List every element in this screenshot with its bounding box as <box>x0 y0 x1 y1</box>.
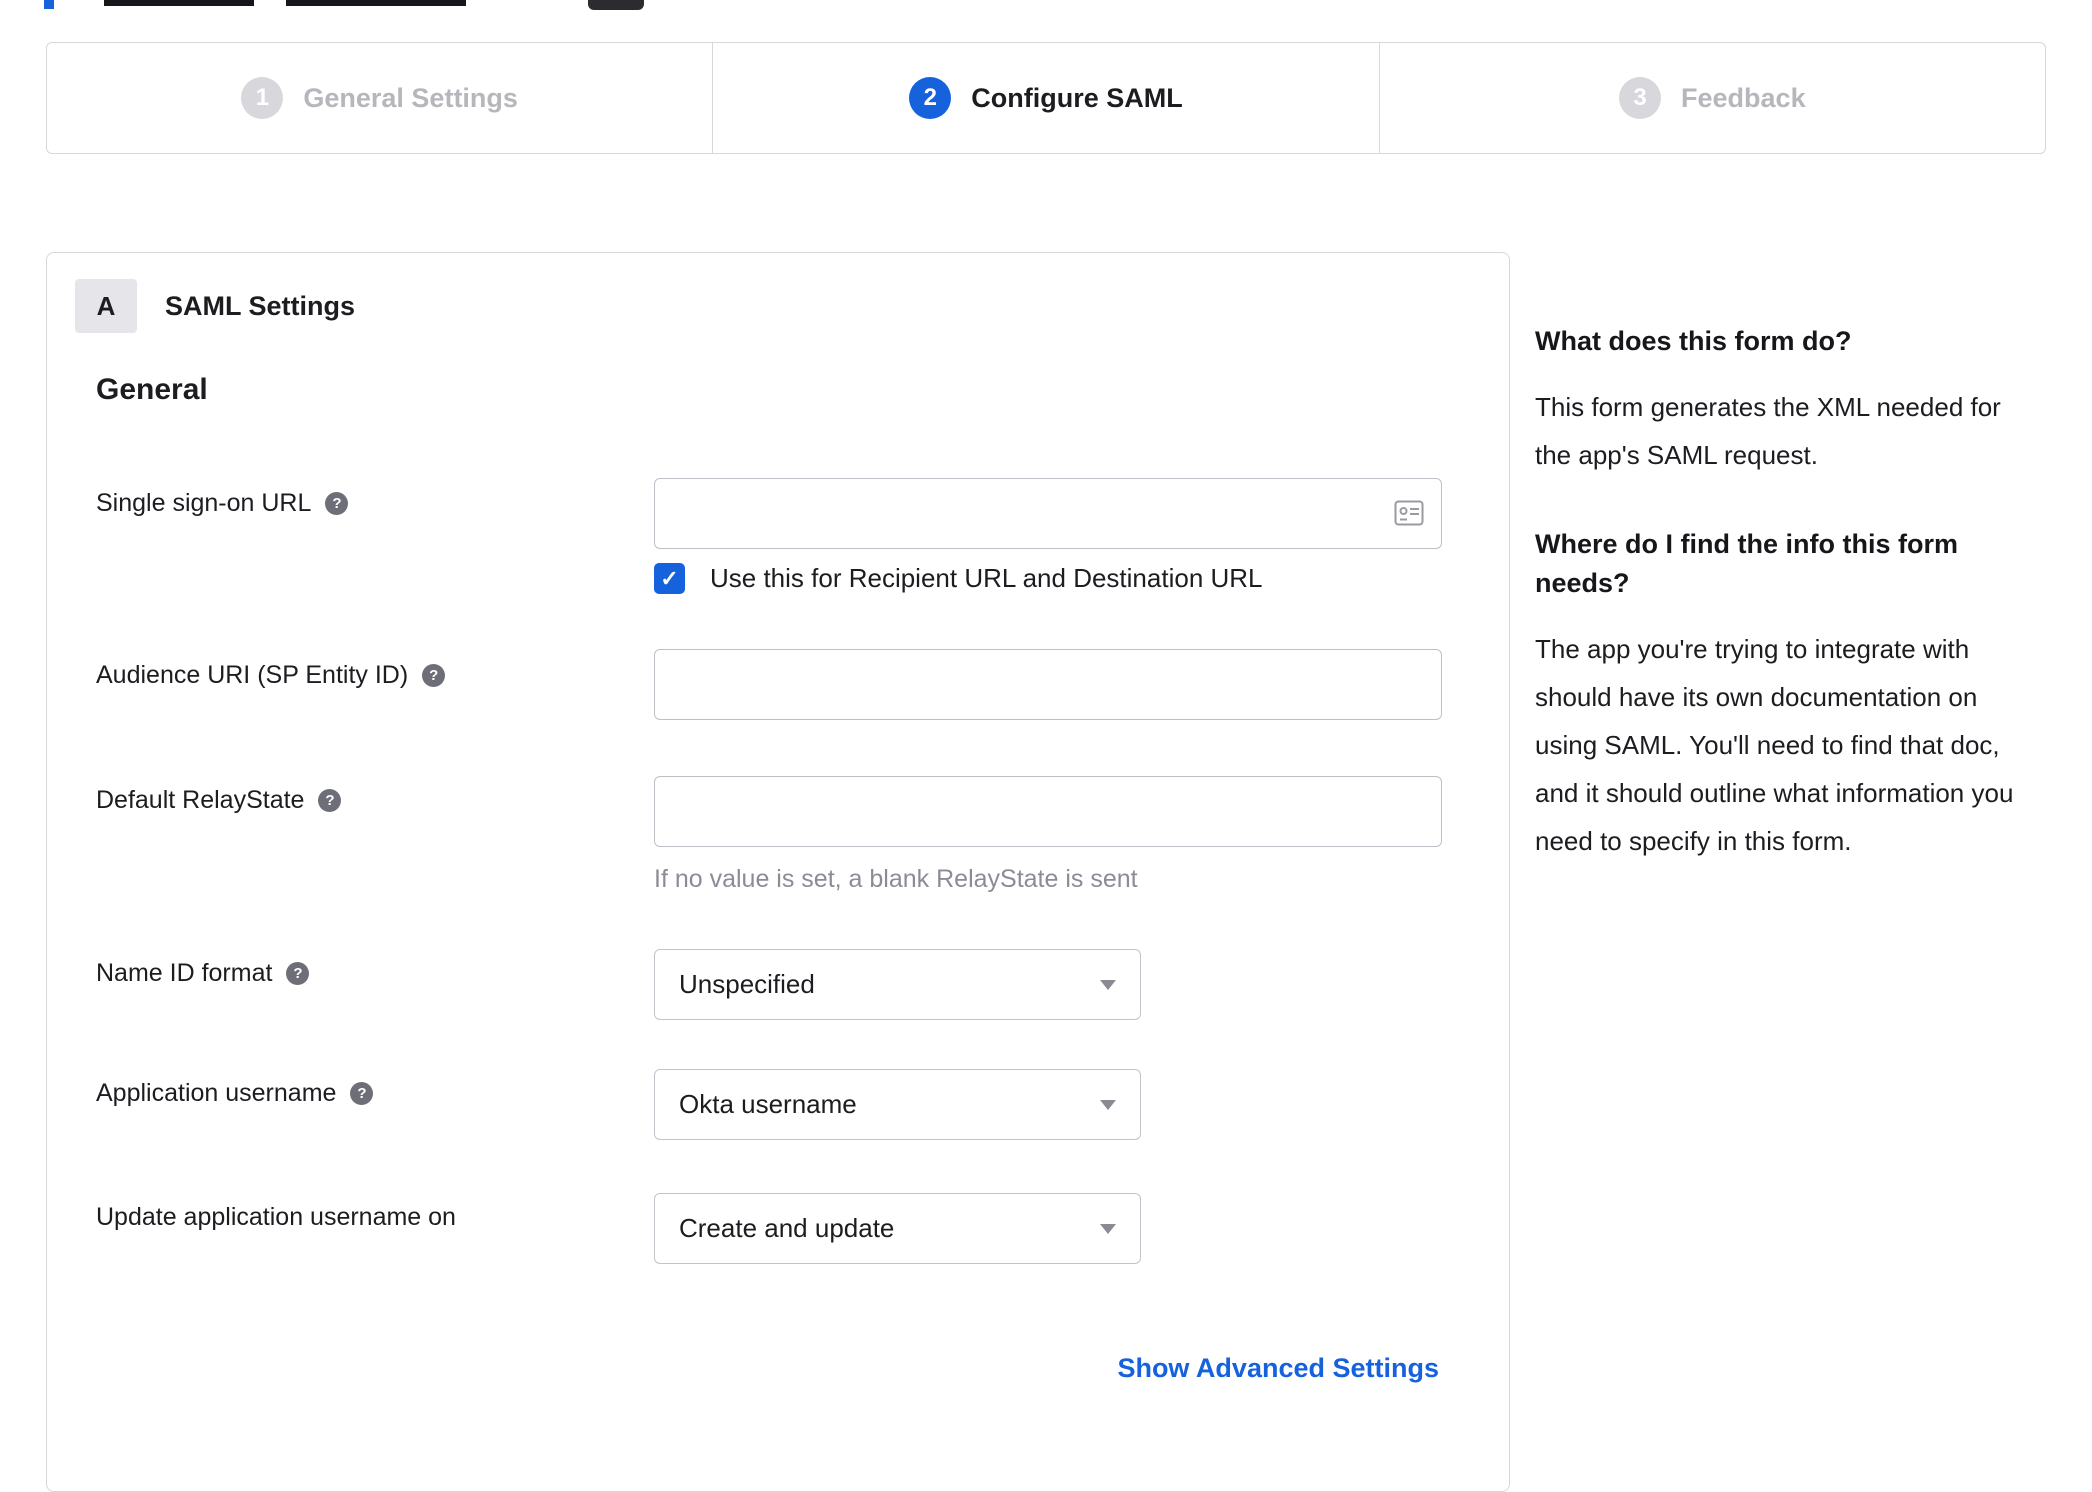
saml-settings-card: A SAML Settings General Single sign-on U… <box>46 252 1510 1492</box>
step-label: Configure SAML <box>971 82 1183 113</box>
help-icon[interactable]: ? <box>286 962 310 985</box>
update-app-username-label-text: Update application username on <box>96 1203 456 1231</box>
audience-uri-label-text: Audience URI (SP Entity ID) <box>96 661 409 689</box>
app-username-label-text: Application username <box>96 1079 337 1107</box>
help-icon[interactable]: ? <box>350 1082 374 1105</box>
sso-url-label-text: Single sign-on URL <box>96 489 312 517</box>
help-answer-1: This form generates the XML needed for t… <box>1535 392 2001 471</box>
help-question-2: Where do I find the info this form needs… <box>1535 529 1958 599</box>
sso-url-input[interactable] <box>654 478 1442 549</box>
step-number-badge: 2 <box>909 77 952 119</box>
help-answer-2: The app you're trying to integrate with … <box>1535 634 2014 857</box>
help-panel: What does this form do? This form genera… <box>1535 322 2040 911</box>
step-feedback[interactable]: 3 Feedback <box>1380 43 2045 153</box>
contact-card-icon[interactable] <box>1394 500 1424 526</box>
relay-state-label: Default RelayState ? <box>96 786 342 815</box>
help-icon[interactable]: ? <box>422 664 446 687</box>
relay-state-label-text: Default RelayState <box>96 786 305 814</box>
sso-url-input-wrap <box>654 478 1442 549</box>
help-icon[interactable]: ? <box>325 492 349 515</box>
chevron-down-icon <box>1100 1099 1116 1110</box>
name-id-format-label: Name ID format ? <box>96 959 310 988</box>
sso-url-label: Single sign-on URL ? <box>96 489 349 518</box>
chevron-down-icon <box>1100 979 1116 990</box>
recipient-url-checkbox-row: ✓ Use this for Recipient URL and Destina… <box>654 563 1263 594</box>
audience-uri-input[interactable] <box>654 649 1442 720</box>
step-configure-saml[interactable]: 2 Configure SAML <box>713 43 1380 153</box>
recipient-url-checkbox-label[interactable]: Use this for Recipient URL and Destinati… <box>710 563 1263 594</box>
step-label: Feedback <box>1681 82 1806 113</box>
name-id-format-value: Unspecified <box>679 969 815 999</box>
section-a-badge: A <box>75 279 137 333</box>
clipped-header-text-fragment <box>104 0 254 6</box>
update-app-username-value: Create and update <box>679 1213 895 1243</box>
name-id-format-label-text: Name ID format <box>96 959 273 987</box>
app-username-select[interactable]: Okta username <box>654 1069 1141 1140</box>
recipient-url-checkbox[interactable]: ✓ <box>654 563 685 594</box>
name-id-format-select[interactable]: Unspecified <box>654 949 1141 1020</box>
step-number-badge: 3 <box>1619 77 1662 119</box>
clipped-header-logo-fragment <box>588 0 644 10</box>
update-app-username-select[interactable]: Create and update <box>654 1193 1141 1264</box>
group-title-general: General <box>96 373 208 406</box>
help-question-1: What does this form do? <box>1535 326 1852 356</box>
help-icon[interactable]: ? <box>318 789 342 812</box>
clipped-header-text-fragment <box>286 0 466 6</box>
clipped-header-accent <box>44 0 54 9</box>
relay-state-input[interactable] <box>654 776 1442 847</box>
update-app-username-label: Update application username on <box>96 1203 456 1232</box>
chevron-down-icon <box>1100 1223 1116 1234</box>
section-title: SAML Settings <box>165 291 356 321</box>
relay-state-helper-text: If no value is set, a blank RelayState i… <box>654 865 1138 893</box>
app-username-value: Okta username <box>679 1089 857 1119</box>
wizard-stepper: 1 General Settings 2 Configure SAML 3 Fe… <box>46 42 2046 154</box>
step-general-settings[interactable]: 1 General Settings <box>47 43 714 153</box>
audience-uri-label: Audience URI (SP Entity ID) ? <box>96 661 446 690</box>
step-label: General Settings <box>303 82 518 113</box>
step-number-badge: 1 <box>241 77 284 119</box>
show-advanced-settings-link[interactable]: Show Advanced Settings <box>1117 1353 1439 1384</box>
app-username-label: Application username ? <box>96 1079 374 1108</box>
